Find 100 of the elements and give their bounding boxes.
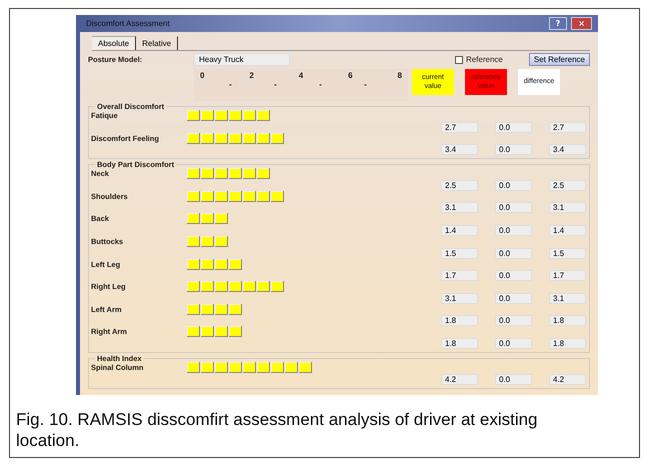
level-block <box>201 258 214 270</box>
level-block <box>257 110 270 121</box>
level-block <box>187 304 200 315</box>
level-block <box>243 190 256 202</box>
level-block <box>201 304 214 315</box>
scale-label: 6 <box>348 71 353 80</box>
reference-value-field: 0.0 <box>495 202 532 214</box>
level-block <box>215 326 228 338</box>
level-block <box>229 326 242 338</box>
level-block <box>187 190 200 202</box>
scale-mark: - <box>319 80 322 89</box>
level-block <box>201 110 214 121</box>
level-block <box>229 304 242 315</box>
difference-field: 2.7 <box>549 122 586 133</box>
level-block <box>215 304 228 315</box>
level-block <box>201 362 214 373</box>
level-block <box>215 168 228 180</box>
reference-value-field: 0.0 <box>495 292 532 304</box>
level-block <box>285 362 298 373</box>
difference-field: 1.7 <box>549 270 586 282</box>
level-block <box>187 281 200 292</box>
level-block <box>257 190 270 202</box>
scale-mark: - <box>274 80 277 89</box>
level-block <box>187 213 200 224</box>
level-block <box>201 236 214 247</box>
level-block <box>187 168 200 180</box>
level-block <box>243 281 256 292</box>
level-block <box>229 190 242 202</box>
level-block <box>215 110 228 121</box>
level-block <box>215 258 228 270</box>
level-block <box>243 168 256 180</box>
checkbox-label: Reference <box>466 55 503 64</box>
reference-value-field: 0.0 <box>495 180 532 191</box>
level-block <box>187 326 200 338</box>
level-block <box>229 362 242 373</box>
difference-field: 4.2 <box>549 374 586 385</box>
help-button[interactable]: ? <box>548 17 568 30</box>
level-block <box>257 362 270 373</box>
level-block <box>201 213 214 224</box>
difference-field: 3.4 <box>549 144 586 156</box>
level-block <box>187 236 200 247</box>
current-value-field: 1.8 <box>441 315 478 326</box>
reference-value-field: 0.0 <box>495 122 532 133</box>
tab[interactable]: Absolute <box>92 36 136 50</box>
level-block <box>271 362 284 373</box>
level-block <box>229 132 242 144</box>
current-value-field: 1.8 <box>441 338 478 349</box>
scale-label: 2 <box>249 71 254 80</box>
current-value-field: 2.5 <box>441 180 478 191</box>
level-block <box>271 132 284 144</box>
level-block <box>187 362 200 373</box>
level-block <box>229 110 242 121</box>
level-block <box>243 110 256 121</box>
difference-field: 1.8 <box>549 315 586 326</box>
level-block <box>215 190 228 202</box>
level-block <box>215 236 228 247</box>
current-value-field: 1.4 <box>441 224 478 236</box>
level-block <box>299 362 312 373</box>
scale-mark: - <box>229 80 232 89</box>
level-block <box>201 168 214 180</box>
reference-value-field: 0.0 <box>495 248 532 259</box>
level-block <box>257 281 270 292</box>
difference-field: 1.8 <box>549 338 586 349</box>
level-block <box>187 110 200 121</box>
level-block <box>187 258 200 270</box>
level-block <box>229 281 242 292</box>
difference-field: 1.5 <box>549 248 586 259</box>
level-block <box>229 258 242 270</box>
scale-label: 8 <box>398 71 402 80</box>
level-block <box>201 326 214 338</box>
current-value-field: 1.7 <box>441 270 478 282</box>
reference-checkbox[interactable] <box>454 56 463 64</box>
reference-value-field: 0.0 <box>495 224 532 236</box>
difference-field: 3.1 <box>549 292 586 304</box>
level-block <box>215 213 228 224</box>
set-reference-button[interactable]: Set Reference <box>528 53 590 66</box>
scale-label: 4 <box>298 71 304 80</box>
reference-value-field: 0.0 <box>495 338 532 349</box>
current-value-field: 1.5 <box>441 248 478 259</box>
difference-field: 2.5 <box>549 180 586 191</box>
tab[interactable]: Relative <box>136 36 178 50</box>
reference-value-field: 0.0 <box>495 144 532 156</box>
posture-model-field[interactable]: Heavy Truck <box>194 53 290 66</box>
window-title: Discomfort Assessment <box>86 19 170 28</box>
level-block <box>243 362 256 373</box>
level-block <box>215 362 228 373</box>
level-block <box>187 132 200 144</box>
difference-field: 1.4 <box>549 224 586 236</box>
difference-field: 3.1 <box>549 202 586 214</box>
current-value-field: 2.7 <box>441 122 478 133</box>
figure-caption: Fig. 10. RAMSIS disscomfirt assessment analysis of driver at existing location. <box>16 409 539 452</box>
level-block <box>271 190 284 202</box>
current-value-field: 3.1 <box>441 202 478 214</box>
level-block <box>201 190 214 202</box>
level-block <box>229 168 242 180</box>
current-value-field: 3.4 <box>441 144 478 156</box>
current-value-field: 3.1 <box>441 292 478 304</box>
level-block <box>201 281 214 292</box>
level-block <box>257 132 270 144</box>
close-button[interactable]: × <box>571 17 592 30</box>
